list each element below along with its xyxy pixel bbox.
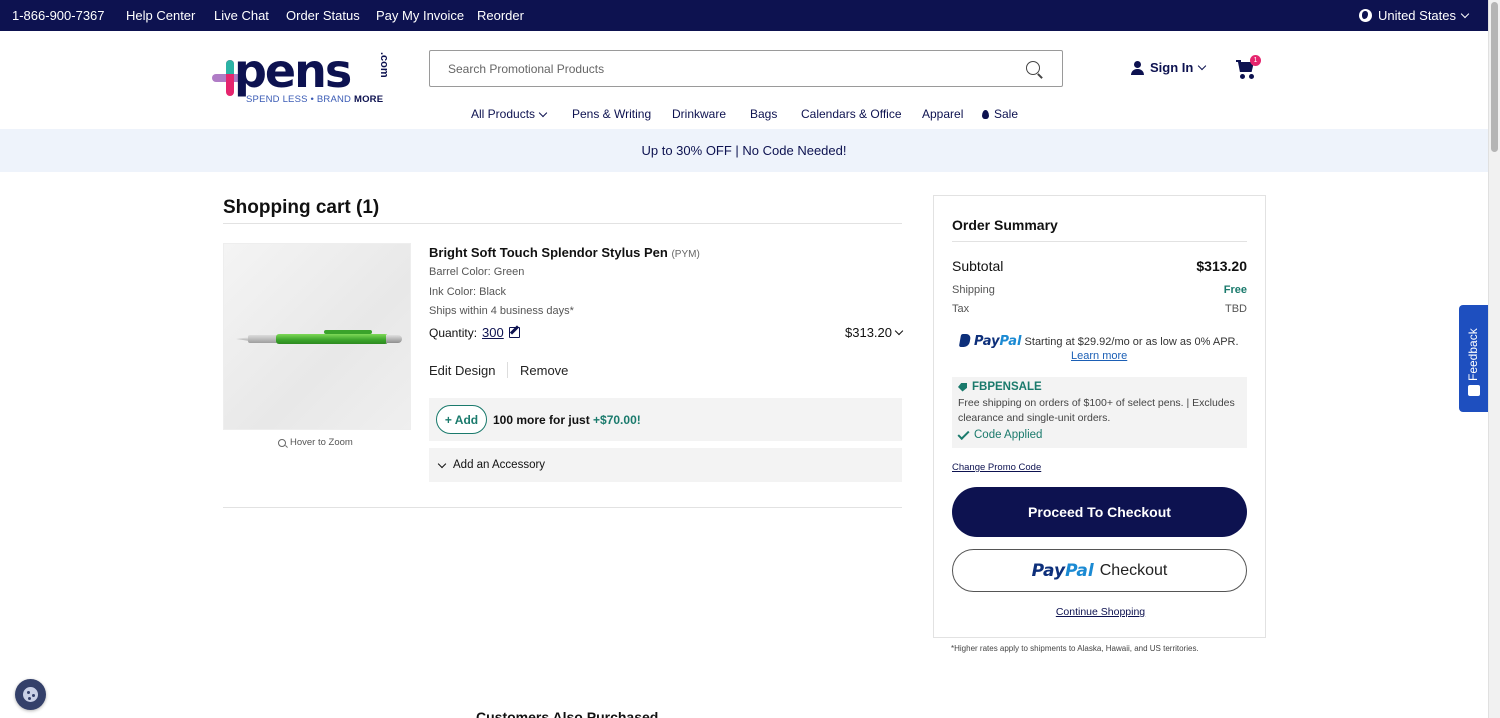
check-icon	[957, 427, 970, 440]
add-accessory-toggle[interactable]: Add an Accessory	[429, 448, 902, 482]
feedback-tab[interactable]: Feedback	[1459, 305, 1489, 412]
scrollbar[interactable]	[1488, 0, 1500, 718]
quantity-row: Quantity: 300	[429, 325, 520, 340]
pay-invoice-link[interactable]: Pay My Invoice	[376, 8, 464, 23]
nav-sale[interactable]: Sale	[982, 107, 1018, 121]
continue-shopping-link[interactable]: Continue Shopping	[934, 606, 1267, 618]
upsell-text: 100 more for just +$70.00!	[493, 413, 641, 427]
promo-code: FBPENSALE	[972, 381, 1042, 393]
sign-in-menu[interactable]: Sign In	[1131, 60, 1207, 75]
phone-link[interactable]: 1-866-900-7367	[12, 8, 105, 23]
nav-drinkware[interactable]: Drinkware	[672, 107, 726, 121]
logo-wordmark: pens	[234, 44, 352, 98]
shipping-footnote: *Higher rates apply to shipments to Alas…	[951, 644, 1199, 653]
section-title: Customers Also Purchased	[476, 709, 659, 718]
flame-icon	[982, 109, 989, 119]
paypal-icon	[958, 334, 972, 347]
help-center-link[interactable]: Help Center	[126, 8, 195, 23]
upsell-offer: + Add 100 more for just +$70.00!	[429, 398, 902, 441]
reorder-link[interactable]: Reorder	[477, 8, 524, 23]
barrel-color: Barrel Color: Green	[429, 266, 525, 278]
chevron-down-icon	[894, 326, 904, 336]
proceed-checkout-button[interactable]: Proceed To Checkout	[952, 487, 1247, 537]
remove-link[interactable]: Remove	[520, 363, 568, 378]
cookie-icon	[23, 687, 38, 702]
logo-com: .com	[378, 52, 390, 78]
promo-description: Free shipping on orders of $100+ of sele…	[958, 397, 1235, 424]
feedback-icon	[1468, 385, 1480, 396]
sign-in-label: Sign In	[1150, 60, 1194, 75]
quantity-label: Quantity:	[429, 325, 478, 340]
item-price-toggle[interactable]: $313.20	[845, 325, 904, 340]
add-more-button[interactable]: + Add	[436, 405, 487, 434]
page-title: Shopping cart (1)	[223, 197, 380, 218]
order-status-link[interactable]: Order Status	[286, 8, 360, 23]
nav-apparel[interactable]: Apparel	[922, 107, 963, 121]
zoom-hint: Hover to Zoom	[278, 437, 353, 448]
product-image[interactable]	[223, 243, 411, 430]
paypal-checkout-button[interactable]: PayPal Checkout	[952, 549, 1247, 592]
chevron-down-icon	[437, 459, 447, 468]
ink-color: Ink Color: Black	[429, 286, 507, 298]
quantity-value[interactable]: 300	[482, 325, 504, 340]
learn-more-link[interactable]: Learn more	[1071, 350, 1127, 362]
paypal-message: PayPal Starting at $29.92/mo or as low a…	[958, 334, 1239, 349]
summary-title: Order Summary	[952, 217, 1058, 233]
globe-icon	[1358, 9, 1372, 22]
edit-icon[interactable]	[508, 327, 520, 338]
edit-design-link[interactable]: Edit Design	[429, 363, 495, 378]
zoom-icon	[278, 438, 286, 447]
region-selector[interactable]: United States	[1358, 8, 1470, 23]
search-box	[429, 50, 1063, 87]
search-icon[interactable]	[1026, 61, 1040, 75]
cart-button[interactable]: 1	[1236, 55, 1261, 80]
product-code: (PYM)	[671, 249, 700, 260]
search-input[interactable]	[430, 51, 990, 86]
divider	[223, 507, 902, 508]
user-icon	[1131, 60, 1144, 75]
shipping-row: Shipping Free	[952, 284, 1247, 296]
divider	[223, 223, 902, 224]
pen-image	[236, 330, 402, 346]
nav-bags[interactable]: Bags	[750, 107, 777, 121]
tag-icon	[958, 382, 967, 392]
paypal-logo: PayPal	[1031, 560, 1094, 581]
nav-calendars-office[interactable]: Calendars & Office	[801, 107, 902, 121]
live-chat-link[interactable]: Live Chat	[214, 8, 269, 23]
tax-row: Tax TBD	[952, 303, 1247, 315]
subtotal-row: Subtotal $313.20	[952, 258, 1247, 274]
utility-bar: 1-866-900-7367 Help Center Live Chat Ord…	[0, 0, 1488, 31]
nav-all-products[interactable]: All Products	[471, 107, 548, 121]
promo-code-box: FBPENSALE Free shipping on orders of $10…	[952, 377, 1247, 448]
promo-status: Code Applied	[974, 429, 1043, 441]
order-summary: Order Summary Subtotal $313.20 Shipping Fr…	[933, 195, 1266, 638]
cart-count-badge: 1	[1250, 55, 1261, 66]
item-price: $313.20	[845, 325, 892, 340]
ship-time: Ships within 4 business days*	[429, 305, 574, 317]
region-label: United States	[1377, 8, 1456, 23]
site-logo[interactable]: pens .com SPEND LESS • BRAND MORE	[212, 44, 394, 108]
chevron-down-icon	[1460, 9, 1470, 19]
chevron-down-icon	[1198, 61, 1207, 71]
promo-banner: Up to 30% OFF | No Code Needed!	[0, 129, 1488, 172]
cookie-settings-button[interactable]	[15, 679, 46, 710]
nav-pens-writing[interactable]: Pens & Writing	[572, 107, 651, 121]
product-name[interactable]: Bright Soft Touch Splendor Stylus Pen (P…	[429, 245, 700, 260]
logo-tagline: SPEND LESS • BRAND MORE	[246, 94, 384, 105]
change-promo-link[interactable]: Change Promo Code	[952, 462, 1041, 473]
chevron-down-icon	[538, 108, 548, 117]
